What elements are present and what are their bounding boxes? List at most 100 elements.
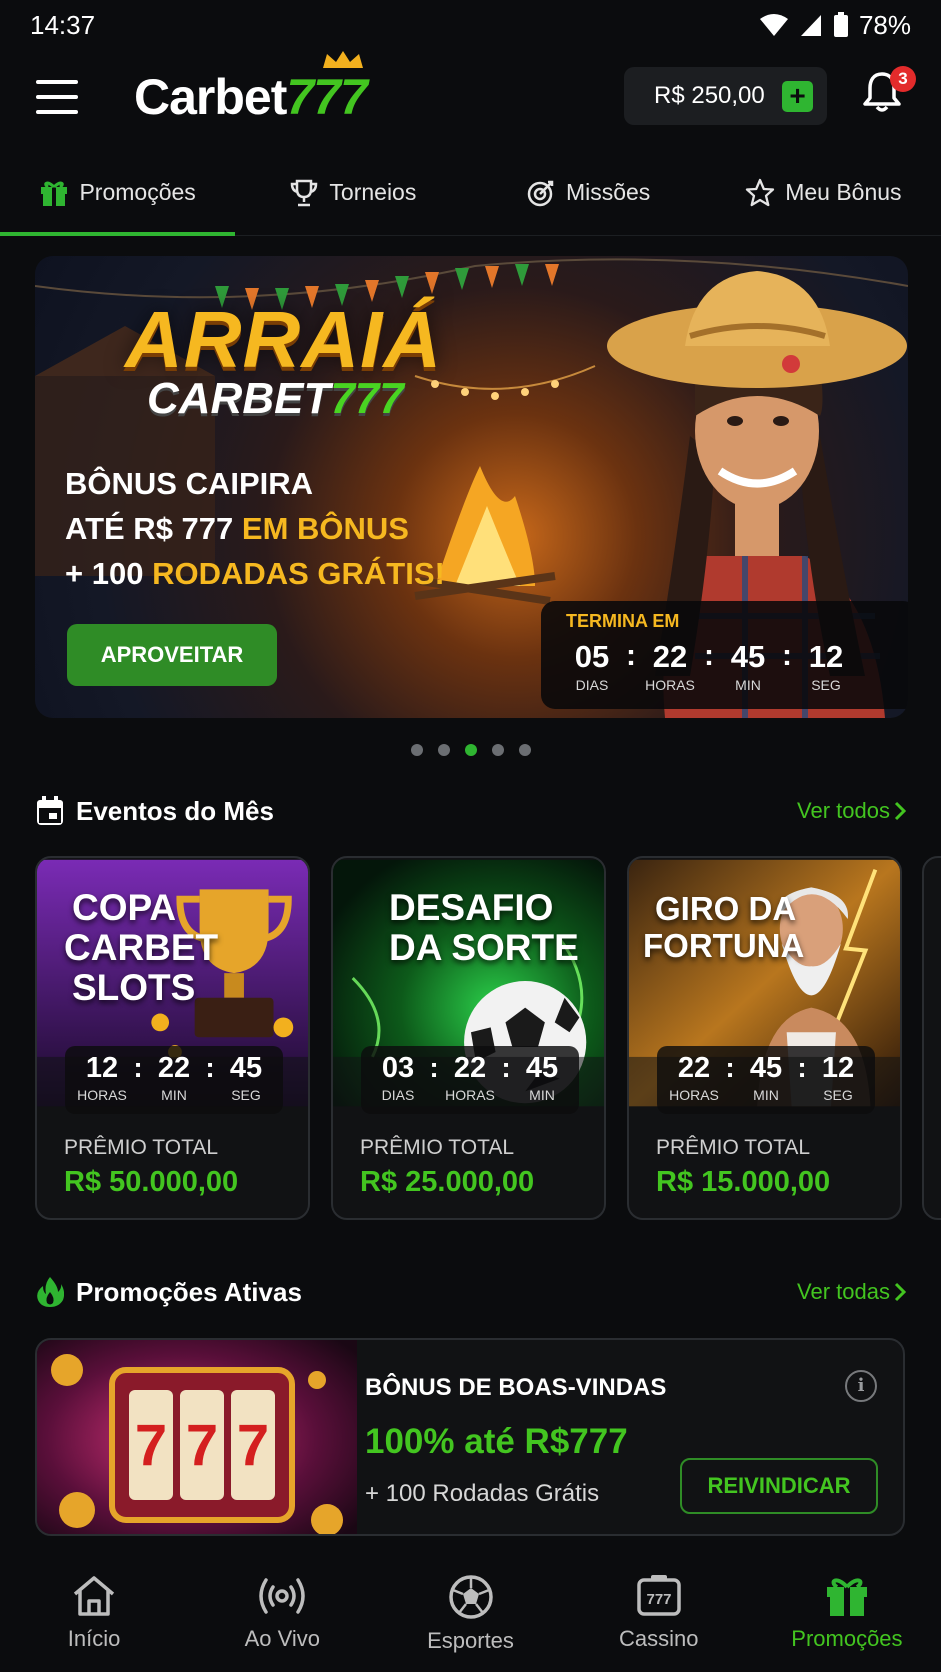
event-title: COPA CARBET SLOTS xyxy=(64,887,219,1008)
gift-icon xyxy=(41,181,68,206)
events-section-header: Eventos do Mês Ver todos xyxy=(36,791,906,831)
tab-missoes[interactable]: Missões xyxy=(471,150,706,235)
event-card-desafio-da-sorte[interactable]: DESAFIO DA SORTE 03 DIAS : 22 HORAS : 45 MI… xyxy=(331,856,606,1220)
carousel-dot[interactable] xyxy=(437,744,450,756)
prize-value: R$ 15.000,00 xyxy=(656,1166,831,1198)
tab-label: Meu Bônus xyxy=(785,179,902,205)
soccer-ball-icon xyxy=(448,1575,493,1619)
event-card-giro-da-fortuna[interactable]: GIRO DA FORTUNA 22 HORAS : 45 MIN : 12 SEG … xyxy=(627,856,902,1220)
aproveitar-button[interactable]: APROVEITAR xyxy=(67,624,277,686)
promo-bonus-amount: 100% até R$777 xyxy=(365,1422,628,1461)
countdown-days-label: DIAS xyxy=(575,677,609,693)
balance-display[interactable]: R$ 250,00 + xyxy=(624,67,827,125)
tab-label: Missões xyxy=(565,179,651,205)
promo-title: BÔNUS DE BOAS-VINDAS xyxy=(365,1374,667,1401)
banner-line-2: ATÉ R$ 777 EM BÔNUS xyxy=(65,511,409,546)
prize-label: PRÊMIO TOTAL xyxy=(360,1136,515,1159)
carousel-dot[interactable] xyxy=(491,744,504,756)
prize-value: R$ 50.000,00 xyxy=(64,1166,239,1198)
battery-icon xyxy=(833,12,848,37)
slot-machine-icon: 777 xyxy=(636,1575,681,1616)
event-card-copa-carbet-slots[interactable]: COPA CARBET SLOTS 12 HORAS : 22 MIN : 45 SE… xyxy=(35,856,310,1220)
notifications-button[interactable]: 3 xyxy=(862,66,916,122)
info-icon[interactable]: i xyxy=(845,1370,877,1402)
banner-line-3: + 100 RODADAS GRÁTIS! xyxy=(65,556,445,591)
status-time: 14:37 xyxy=(30,9,96,40)
signal-icon xyxy=(800,15,821,36)
svg-text:7: 7 xyxy=(135,1413,167,1478)
live-broadcast-icon xyxy=(259,1578,306,1614)
prize-label: PRÊMIO TOTAL xyxy=(64,1136,219,1159)
carousel-dot[interactable] xyxy=(518,744,531,756)
trophy-icon xyxy=(291,179,318,206)
balance-value: R$ 250,00 xyxy=(654,82,765,109)
ver-todos-events-link[interactable]: Ver todos xyxy=(797,798,906,824)
fire-icon xyxy=(37,1277,64,1307)
countdown-min: 45 xyxy=(730,639,766,674)
event-title: GIRO DA FORTUNA xyxy=(643,890,805,964)
tab-torneios[interactable]: Torneios xyxy=(235,150,470,235)
promos-section-header: Promoções Ativas Ver todas xyxy=(36,1272,906,1312)
status-icons: 78% xyxy=(759,10,911,41)
deposit-plus-button[interactable]: + xyxy=(782,81,813,112)
event-countdown: 12 HORAS : 22 MIN : 45 SEG xyxy=(65,1046,283,1114)
countdown-hours: 22 xyxy=(652,639,688,674)
carbet-logo[interactable]: Carbet777 xyxy=(134,51,368,126)
chevron-right-icon xyxy=(894,801,906,821)
chevron-right-icon xyxy=(894,1282,906,1302)
countdown-label: TERMINA EM xyxy=(566,611,680,631)
calendar-icon xyxy=(37,796,63,825)
countdown-sec-label: SEG xyxy=(811,677,841,693)
tab-promocoes[interactable]: Promoções xyxy=(0,150,236,236)
countdown-sec: 12 xyxy=(808,639,844,674)
banner-headline: ARRAIÁ xyxy=(125,295,443,384)
event-card-next-peek[interactable] xyxy=(922,856,941,1220)
carousel-dot-active[interactable] xyxy=(464,744,477,756)
welcome-bonus-card[interactable]: 7 7 7 BÔNUS DE BOAS-VINDAS 100% até R$77… xyxy=(35,1338,905,1536)
nav-cassino[interactable]: 777 Cassino xyxy=(565,1556,753,1672)
event-title: DESAFIO DA SORTE xyxy=(389,887,579,968)
slot-machine-artwork: 7 7 7 xyxy=(37,1340,357,1534)
countdown-min-label: MIN xyxy=(735,677,761,693)
ver-todas-promos-link[interactable]: Ver todas xyxy=(797,1279,906,1305)
event-countdown: 22 HORAS : 45 MIN : 12 SEG xyxy=(657,1046,875,1114)
nav-promocoes[interactable]: Promoções xyxy=(753,1556,941,1672)
carousel-pagination xyxy=(0,744,941,756)
countdown-hours-label: HORAS xyxy=(645,677,695,693)
nav-esportes[interactable]: Esportes xyxy=(376,1556,564,1672)
countdown-days: 05 xyxy=(574,639,610,674)
svg-text:777: 777 xyxy=(646,1591,671,1608)
wifi-icon xyxy=(759,14,788,36)
banner-offer-text: BÔNUS CAIPIRA ATÉ R$ 777 EM BÔNUS + 100 … xyxy=(65,461,445,596)
reivindicar-button[interactable]: REIVINDICAR xyxy=(680,1458,878,1514)
nav-ao-vivo[interactable]: Ao Vivo xyxy=(188,1556,376,1672)
svg-text:7: 7 xyxy=(186,1413,218,1478)
promos-section-title: Promoções Ativas xyxy=(76,1276,302,1307)
home-icon xyxy=(73,1576,115,1616)
bottom-navigation: Início Ao Vivo Esportes 777 Cassino Prom… xyxy=(0,1556,941,1672)
banner-line-1: BÔNUS CAIPIRA xyxy=(65,466,314,501)
hero-banner[interactable]: ARRAIÁ CARBET777 BÔNUS CAIPIRA ATÉ R$ 77… xyxy=(35,256,908,718)
nav-inicio[interactable]: Início xyxy=(0,1556,188,1672)
star-icon xyxy=(746,178,775,206)
battery-percent: 78% xyxy=(858,9,911,40)
prize-label: PRÊMIO TOTAL xyxy=(656,1136,811,1159)
tab-label: Torneios xyxy=(329,179,417,205)
app-header: Carbet777 R$ 250,00 + 3 xyxy=(0,50,941,144)
gift-icon xyxy=(826,1578,867,1616)
banner-brand: CARBET777 xyxy=(147,374,404,423)
svg-text:7: 7 xyxy=(237,1413,269,1478)
prize-value: R$ 25.000,00 xyxy=(360,1166,535,1198)
carousel-dot[interactable] xyxy=(410,744,423,756)
promo-subtitle: + 100 Rodadas Grátis xyxy=(365,1480,600,1507)
hamburger-menu-button[interactable] xyxy=(36,80,78,114)
tab-label: Promoções xyxy=(79,179,196,205)
banner-countdown: TERMINA EM 05 DIAS : 22 HORAS : 45 MIN : 12… xyxy=(541,601,908,709)
tab-meu-bonus[interactable]: Meu Bônus xyxy=(706,150,941,235)
notification-count-badge: 3 xyxy=(890,66,916,92)
target-icon xyxy=(527,180,554,206)
promo-tabs: Promoções Torneios Missões Meu Bônus xyxy=(0,150,941,236)
event-countdown: 03 DIAS : 22 HORAS : 45 MIN xyxy=(361,1046,579,1114)
status-bar: 14:37 78% xyxy=(0,0,941,50)
crown-icon xyxy=(322,51,363,68)
